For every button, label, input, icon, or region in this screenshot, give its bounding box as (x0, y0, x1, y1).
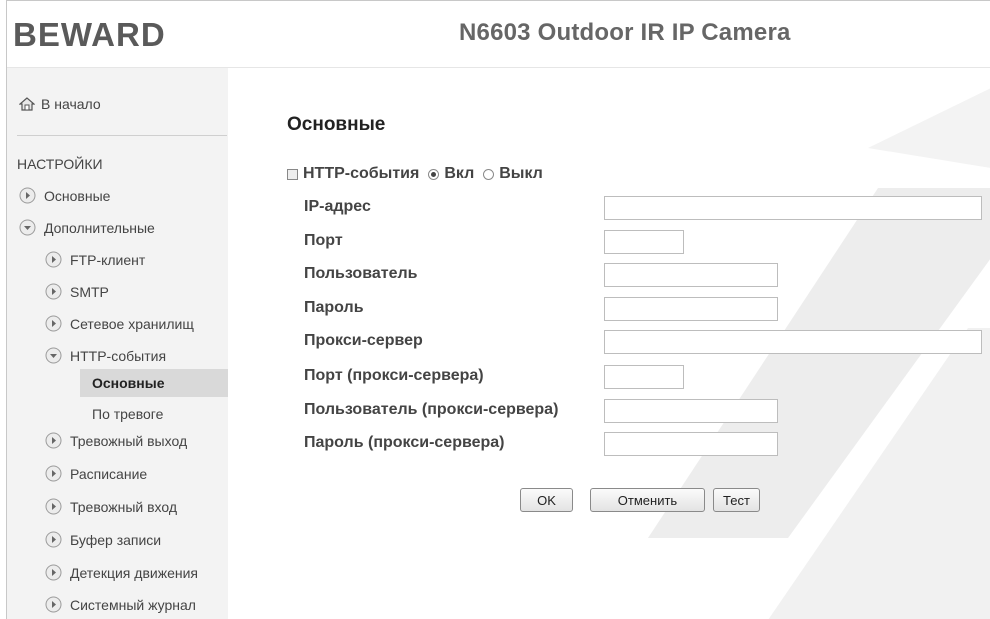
beward-logo-graphic: BEWARD (13, 16, 166, 53)
nav-item-label: FTP-клиент (70, 251, 146, 268)
sidebar-item-top[interactable]: Основные (19, 187, 110, 204)
sidebar-subitem[interactable]: По тревоге (80, 400, 228, 428)
nav-item-label: Буфер записи (70, 531, 162, 548)
expand-arrow-right-icon (45, 498, 62, 515)
sidebar-item-sub[interactable]: Тревожный выход (45, 432, 187, 449)
expand-arrow-right-icon (45, 564, 62, 581)
sidebar-subitem-active[interactable]: Основные (80, 369, 228, 397)
expand-arrow-right-icon (45, 465, 62, 482)
nav-item-label: Дополнительные (44, 219, 155, 236)
header: BEWARD N6603 Outdoor IR IP Camera (7, 1, 990, 68)
nav-item-label: Системный журнал (70, 596, 196, 613)
expand-arrow-right-icon (45, 251, 62, 268)
sidebar-item-sub[interactable]: Системный журнал (45, 596, 196, 613)
nav-item-label: Детекция движения (70, 564, 198, 581)
logo-text: BEWARD (13, 17, 166, 51)
nav-item-label: Основные (44, 187, 111, 204)
camera-title: N6603 Outdoor IR IP Camera (459, 19, 791, 46)
sidebar-item-sub[interactable]: Буфер записи (45, 531, 161, 548)
radio-on[interactable] (428, 168, 440, 180)
expand-arrow-right-icon (45, 531, 62, 548)
expand-arrow-right-icon (45, 283, 62, 300)
expand-arrow-down-icon (45, 347, 62, 364)
nav-item-label: Тревожный вход (70, 498, 178, 515)
nav-item-label: Сетевое хранилищ (70, 315, 194, 332)
field-label: Порт (прокси-сервера) (304, 367, 484, 384)
page-title: Основные (287, 114, 386, 135)
bullet-square-icon (287, 168, 298, 180)
sidebar-item-top[interactable]: Дополнительные (19, 219, 155, 236)
field-input[interactable] (604, 330, 982, 354)
ok-button[interactable]: OK (520, 488, 573, 512)
field-input[interactable] (604, 297, 778, 321)
field-input[interactable] (604, 432, 778, 456)
beward-logo: BEWARD (13, 16, 183, 56)
field-label: Пользователь (304, 265, 418, 282)
sidebar-item-sub[interactable]: HTTP-события (45, 347, 166, 364)
expand-arrow-right-icon (45, 432, 62, 449)
test-button[interactable]: Тест (713, 488, 760, 512)
field-input[interactable] (604, 399, 778, 423)
sidebar-item-sub[interactable]: FTP-клиент (45, 251, 145, 268)
sidebar-item-sub[interactable]: Расписание (45, 465, 147, 482)
main-content: Основные HTTP-события Вкл Выкл IP-адрес П… (228, 68, 990, 619)
sidebar-item-sub[interactable]: Тревожный вход (45, 498, 177, 515)
field-input[interactable] (604, 196, 982, 220)
app-frame: BEWARD N6603 Outdoor IR IP Camera В нача… (6, 0, 990, 619)
sidebar: В начало НАСТРОЙКИ Основные Дополнительны… (7, 68, 228, 619)
sidebar-item-sub[interactable]: Детекция движения (45, 564, 198, 581)
field-input[interactable] (604, 230, 684, 254)
radio-off-label: Выкл (499, 165, 543, 182)
field-label: IP-адрес (304, 198, 371, 215)
http-events-toggle-row: HTTP-события Вкл Выкл (287, 165, 543, 183)
nav-item-label: Расписание (70, 465, 148, 482)
cancel-button[interactable]: Отменить (590, 488, 705, 512)
nav-item-label: SMTP (70, 283, 109, 300)
field-input[interactable] (604, 365, 684, 389)
expand-arrow-right-icon (45, 596, 62, 613)
radio-on-label: Вкл (444, 165, 475, 182)
field-label: Пароль (304, 299, 364, 316)
settings-heading: НАСТРОЙКИ (17, 156, 103, 172)
sidebar-item-sub[interactable]: Сетевое хранилищ (45, 315, 194, 332)
field-label: Прокси-сервер (304, 332, 423, 349)
nav-item-label: Тревожный выход (70, 432, 188, 449)
home-label: В начало (41, 96, 101, 112)
expand-arrow-right-icon (45, 315, 62, 332)
expand-arrow-down-icon (19, 219, 36, 236)
field-label: Порт (304, 232, 343, 249)
sidebar-divider (17, 135, 227, 136)
field-label: Пароль (прокси-сервера) (304, 434, 505, 451)
home-icon (19, 97, 35, 111)
field-input[interactable] (604, 263, 778, 287)
http-events-label: HTTP-события (303, 165, 420, 182)
radio-off[interactable] (483, 168, 495, 180)
sidebar-item-sub[interactable]: SMTP (45, 283, 109, 300)
field-label: Пользователь (прокси-сервера) (304, 401, 559, 418)
home-link[interactable]: В начало (19, 96, 101, 112)
nav-item-label: HTTP-события (70, 347, 167, 364)
expand-arrow-right-icon (19, 187, 36, 204)
